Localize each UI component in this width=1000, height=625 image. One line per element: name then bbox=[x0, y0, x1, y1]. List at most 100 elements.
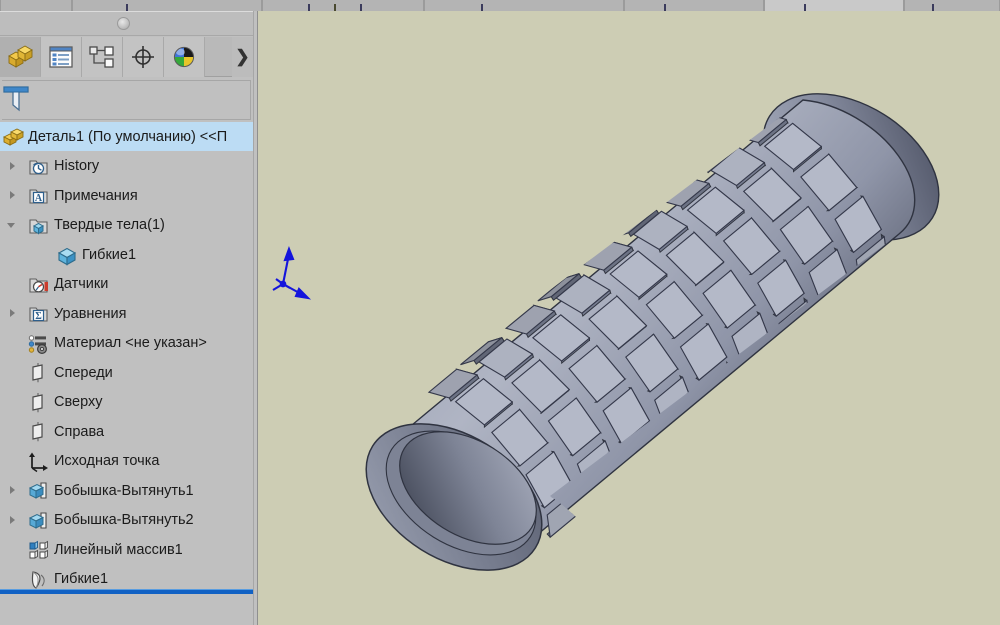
tree-item-label: Сверху bbox=[54, 394, 103, 410]
display-manager-sphere-icon bbox=[173, 46, 195, 68]
ribbon-label-fragment bbox=[360, 4, 363, 11]
feature-manager-panel: ❯ Деталь1 (По умолчанию) <<П History A Прим… bbox=[0, 11, 253, 625]
tree-item-label: Бобышка-Вытянуть1 bbox=[54, 482, 194, 499]
extrude-icon-wrap bbox=[28, 480, 50, 502]
ribbon-label-fragment bbox=[664, 4, 667, 11]
tab-display-manager[interactable] bbox=[164, 37, 205, 77]
tree-item-label: Материал <не указан> bbox=[54, 335, 207, 351]
property-list-icon bbox=[49, 46, 73, 68]
tab-strip-3[interactable] bbox=[262, 0, 424, 11]
tree-item-label: Справа bbox=[54, 423, 105, 440]
extrude-icon-wrap bbox=[28, 510, 50, 532]
flex-icon-wrap bbox=[28, 569, 50, 591]
graphics-area[interactable] bbox=[258, 11, 1000, 625]
tree-item-label: Твердые тела(1) bbox=[54, 217, 165, 233]
collapse-arrow-icon[interactable] bbox=[6, 219, 20, 233]
model-3d-view[interactable] bbox=[258, 11, 1000, 625]
tree-filter-input[interactable] bbox=[2, 80, 251, 120]
ribbon-label-fragment bbox=[481, 4, 483, 11]
tree-filter-row bbox=[0, 78, 253, 122]
tab-strip-6[interactable] bbox=[764, 0, 904, 11]
tree-item-14[interactable]: Линейный массив1 bbox=[0, 535, 253, 564]
tread-pad-face bbox=[685, 407, 695, 427]
manager-tab-row: ❯ bbox=[0, 37, 253, 77]
ribbon-label-fragment bbox=[308, 4, 311, 11]
expand-arrow-icon[interactable] bbox=[6, 514, 20, 528]
tree-item-label: Бобышка-Вытянуть2 bbox=[54, 512, 194, 528]
tab-dimxpert-manager[interactable] bbox=[123, 37, 164, 77]
annotations-icon-wrap: A bbox=[28, 185, 50, 207]
svg-text:Σ: Σ bbox=[35, 311, 42, 322]
part-icon bbox=[2, 128, 25, 146]
plane-icon bbox=[32, 422, 43, 442]
tab-strip-2[interactable] bbox=[72, 0, 262, 11]
plane-icon-wrap bbox=[28, 362, 50, 384]
body-icon bbox=[57, 247, 77, 266]
material-icon-wrap bbox=[28, 333, 50, 355]
history-icon bbox=[29, 159, 48, 175]
rollback-bar[interactable] bbox=[0, 589, 253, 594]
tree-item-8[interactable]: Спереди bbox=[0, 358, 253, 387]
annotations-icon: A bbox=[29, 189, 48, 204]
origin-icon bbox=[29, 452, 48, 472]
tree-item-1[interactable]: History bbox=[0, 152, 253, 181]
sensors-icon bbox=[29, 277, 48, 293]
feature-tree: Деталь1 (По умолчанию) <<П History A Примеч… bbox=[0, 122, 253, 592]
ribbon-label-fragment bbox=[126, 4, 129, 11]
tree-item-label: Исходная точка bbox=[54, 453, 160, 469]
tread-pad-face bbox=[840, 280, 850, 299]
configuration-tree-icon bbox=[89, 46, 114, 68]
history-icon-wrap bbox=[28, 156, 50, 178]
ribbon-label-fragment bbox=[931, 4, 934, 11]
tree-item-12[interactable]: Бобышка-Вытянуть1 bbox=[0, 476, 253, 505]
solid-bodies-icon bbox=[29, 218, 48, 234]
tab-configuration-manager[interactable] bbox=[82, 37, 123, 77]
ribbon-label-fragment bbox=[804, 4, 807, 11]
panel-header-bar bbox=[0, 11, 253, 36]
tree-item-3[interactable]: Твердые тела(1) bbox=[0, 211, 253, 240]
tab-feature-manager[interactable] bbox=[0, 37, 41, 77]
tab-property-manager[interactable] bbox=[41, 37, 82, 77]
tree-item-label: Уравнения bbox=[54, 305, 127, 322]
extrude-icon bbox=[28, 482, 47, 499]
tree-item-5[interactable]: Датчики bbox=[0, 270, 253, 299]
panel-pin-button[interactable] bbox=[117, 17, 130, 30]
origin-icon-wrap bbox=[28, 451, 50, 473]
flex-icon bbox=[31, 570, 45, 589]
part-icon-wrap bbox=[2, 126, 25, 148]
tree-item-0[interactable]: Деталь1 (По умолчанию) <<П bbox=[0, 122, 253, 151]
filter-funnel-icon[interactable] bbox=[2, 84, 30, 114]
tree-item-6[interactable]: Σ Уравнения bbox=[0, 299, 253, 328]
extrude-icon bbox=[28, 511, 47, 529]
sensors-icon-wrap bbox=[28, 274, 50, 296]
tab-strip-1[interactable] bbox=[0, 0, 72, 11]
tree-item-2[interactable]: A Примечания bbox=[0, 181, 253, 210]
plane-icon bbox=[32, 392, 43, 413]
tree-item-13[interactable]: Бобышка-Вытянуть2 bbox=[0, 506, 253, 535]
expand-tabs-chevron-icon[interactable]: ❯ bbox=[232, 37, 253, 77]
tree-item-label: Примечания bbox=[54, 187, 138, 204]
expand-arrow-icon[interactable] bbox=[6, 307, 20, 321]
tab-strip-7[interactable] bbox=[904, 0, 1000, 11]
ribbon-tab-strip bbox=[0, 0, 1000, 11]
expand-arrow-icon[interactable] bbox=[6, 160, 20, 174]
tab-strip-4[interactable] bbox=[424, 0, 624, 11]
solid-bodies-icon-wrap bbox=[28, 215, 50, 237]
plane-icon-wrap bbox=[28, 392, 50, 414]
expand-arrow-icon[interactable] bbox=[6, 484, 20, 498]
cylinder-body bbox=[365, 93, 940, 571]
tree-item-label: Линейный массив1 bbox=[54, 541, 183, 558]
material-icon bbox=[28, 334, 48, 354]
tree-item-10[interactable]: Справа bbox=[0, 417, 253, 446]
svg-text:A: A bbox=[35, 193, 43, 204]
tree-item-11[interactable]: Исходная точка bbox=[0, 447, 253, 476]
tree-item-label: Датчики bbox=[54, 276, 109, 292]
tree-item-label: Гибкие1 bbox=[82, 246, 137, 263]
tree-item-7[interactable]: Материал <не указан> bbox=[0, 329, 253, 358]
tab-strip-5[interactable] bbox=[624, 0, 764, 11]
tree-item-9[interactable]: Сверху bbox=[0, 388, 253, 417]
solidworks-window: ❯ Деталь1 (По умолчанию) <<П History A Прим… bbox=[0, 0, 1000, 625]
expand-arrow-icon[interactable] bbox=[6, 189, 20, 203]
tree-item-label: Гибкие1 bbox=[54, 571, 109, 587]
tree-item-4[interactable]: Гибкие1 bbox=[0, 240, 253, 269]
